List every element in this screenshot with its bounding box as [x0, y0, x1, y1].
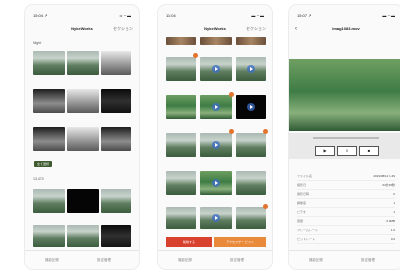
selection-badge-icon	[263, 204, 268, 209]
section-header: 13,470	[33, 177, 44, 181]
play-button[interactable]: ▶	[315, 146, 335, 156]
selection-badge-icon	[263, 129, 268, 134]
video-thumbnail[interactable]	[236, 171, 266, 195]
play-icon	[247, 103, 255, 111]
tab-records[interactable]: 撮影記録	[45, 258, 59, 263]
play-icon	[247, 65, 255, 73]
pause-button[interactable]: ‖	[337, 146, 357, 156]
save-button[interactable]: アクセスサー ビスへ	[214, 237, 266, 247]
info-key: 解像度	[297, 201, 307, 205]
back-chevron-icon[interactable]: ‹	[295, 23, 297, 35]
video-thumbnail[interactable]	[33, 89, 65, 113]
phone-screen-1: 15:04 ↗ •• ◔ ▬ NykeWorks セクション Night 全て選…	[24, 4, 140, 270]
status-icons: ▬ ◔ ▬	[382, 13, 395, 18]
status-icons: •• ◔ ▬	[119, 13, 131, 18]
video-thumbnail[interactable]	[101, 225, 131, 247]
video-thumbnail[interactable]	[101, 127, 131, 151]
tab-records[interactable]: 撮影記録	[309, 258, 323, 263]
play-icon	[212, 214, 220, 222]
video-preview[interactable]	[289, 59, 400, 131]
video-thumbnail[interactable]	[33, 225, 65, 247]
info-key: フレームレート	[297, 228, 318, 232]
info-row: ビットレート 0.0	[297, 234, 395, 244]
delete-button[interactable]: 削除する	[166, 237, 212, 247]
video-thumbnail[interactable]	[236, 37, 266, 45]
section-header: Night	[33, 41, 42, 45]
video-thumbnail[interactable]	[33, 51, 65, 75]
info-key: 撮影日時	[297, 192, 310, 196]
select-all-button[interactable]: 全て選択	[34, 161, 53, 167]
info-value: 1	[393, 201, 395, 205]
nav-bar: ‹ Imag1083.mov	[289, 23, 400, 35]
video-thumbnail[interactable]	[67, 89, 99, 113]
tab-bar: 撮影記録 設定管理	[158, 250, 272, 269]
status-time: 15:07 ↗	[297, 13, 312, 18]
tab-settings[interactable]: 設定管理	[97, 258, 111, 263]
video-thumbnail[interactable]	[200, 37, 232, 45]
nav-action-button[interactable]: セクション	[246, 23, 266, 35]
info-key: ビットレート	[297, 237, 316, 241]
status-bar: 15:04 ↗ •• ◔ ▬	[33, 13, 131, 19]
nav-bar: NykeWorks セクション	[158, 23, 272, 35]
video-thumbnail[interactable]	[236, 207, 266, 229]
video-thumbnail[interactable]	[236, 133, 266, 157]
video-thumbnail[interactable]	[67, 189, 99, 213]
play-icon	[212, 65, 220, 73]
nav-bar: NykeWorks セクション	[25, 23, 139, 35]
info-key: 容量	[297, 219, 304, 223]
progress-track[interactable]	[313, 137, 379, 139]
nav-action-button[interactable]: セクション	[113, 23, 133, 35]
play-icon	[212, 103, 220, 111]
video-thumbnail[interactable]	[101, 189, 131, 213]
video-thumbnail[interactable]	[166, 37, 196, 45]
info-key: ビデオ	[297, 210, 307, 214]
selection-badge-icon	[229, 92, 234, 97]
info-value: 04分26秒	[382, 183, 395, 187]
nav-title: NykeWorks	[71, 26, 93, 31]
status-icons: ▬ ◔ ▬	[251, 13, 264, 18]
phone-screen-3: 15:07 ↗ ▬ ◔ ▬ ‹ Imag1083.mov ▶ ‖ ■ ファイル名…	[288, 4, 400, 270]
info-key: 撮影日	[297, 183, 307, 187]
video-thumbnail[interactable]	[166, 171, 196, 195]
tab-bar: 撮影記録 設定管理	[25, 250, 139, 269]
selection-badge-icon	[229, 129, 234, 134]
info-value: 0.0MB	[386, 219, 395, 223]
video-thumbnail[interactable]	[101, 51, 131, 75]
stop-button[interactable]: ■	[359, 146, 379, 156]
video-thumbnail[interactable]	[33, 127, 65, 151]
video-thumbnail[interactable]	[166, 95, 196, 119]
selection-badge-icon	[193, 53, 198, 58]
info-value: 1	[393, 210, 395, 214]
nav-title: NykeWorks	[204, 26, 226, 31]
tab-bar: 撮影記録 設定管理	[289, 250, 400, 269]
tab-records[interactable]: 撮影記録	[178, 258, 192, 263]
video-thumbnail[interactable]	[166, 57, 196, 81]
status-bar: 11:04 ▬ ◔ ▬	[166, 13, 264, 19]
info-value: 0	[393, 192, 395, 196]
info-key: ファイル名	[297, 174, 313, 178]
video-thumbnail[interactable]	[33, 189, 65, 213]
video-thumbnail[interactable]	[166, 133, 196, 157]
status-time: 11:04	[166, 13, 176, 18]
player-controls: ▶ ‖ ■	[289, 133, 400, 159]
nav-title: Imag1083.mov	[332, 26, 360, 31]
status-bar: 15:07 ↗ ▬ ◔ ▬	[297, 13, 395, 19]
phone-screen-2: 11:04 ▬ ◔ ▬ NykeWorks セクション 削除する アクセスサー …	[157, 4, 273, 270]
play-icon	[212, 179, 220, 187]
video-thumbnail[interactable]	[67, 51, 99, 75]
tab-settings[interactable]: 設定管理	[361, 258, 375, 263]
video-thumbnail[interactable]	[67, 127, 99, 151]
video-thumbnail[interactable]	[67, 225, 99, 247]
info-value: 2019/08/12 1.49	[373, 174, 395, 178]
info-value: 1.0	[390, 228, 395, 232]
play-icon	[212, 141, 220, 149]
tab-settings[interactable]: 設定管理	[230, 258, 244, 263]
video-thumbnail[interactable]	[166, 207, 196, 229]
info-value: 0.0	[390, 237, 395, 241]
video-thumbnail[interactable]	[101, 89, 131, 113]
status-time: 15:04 ↗	[33, 13, 48, 18]
